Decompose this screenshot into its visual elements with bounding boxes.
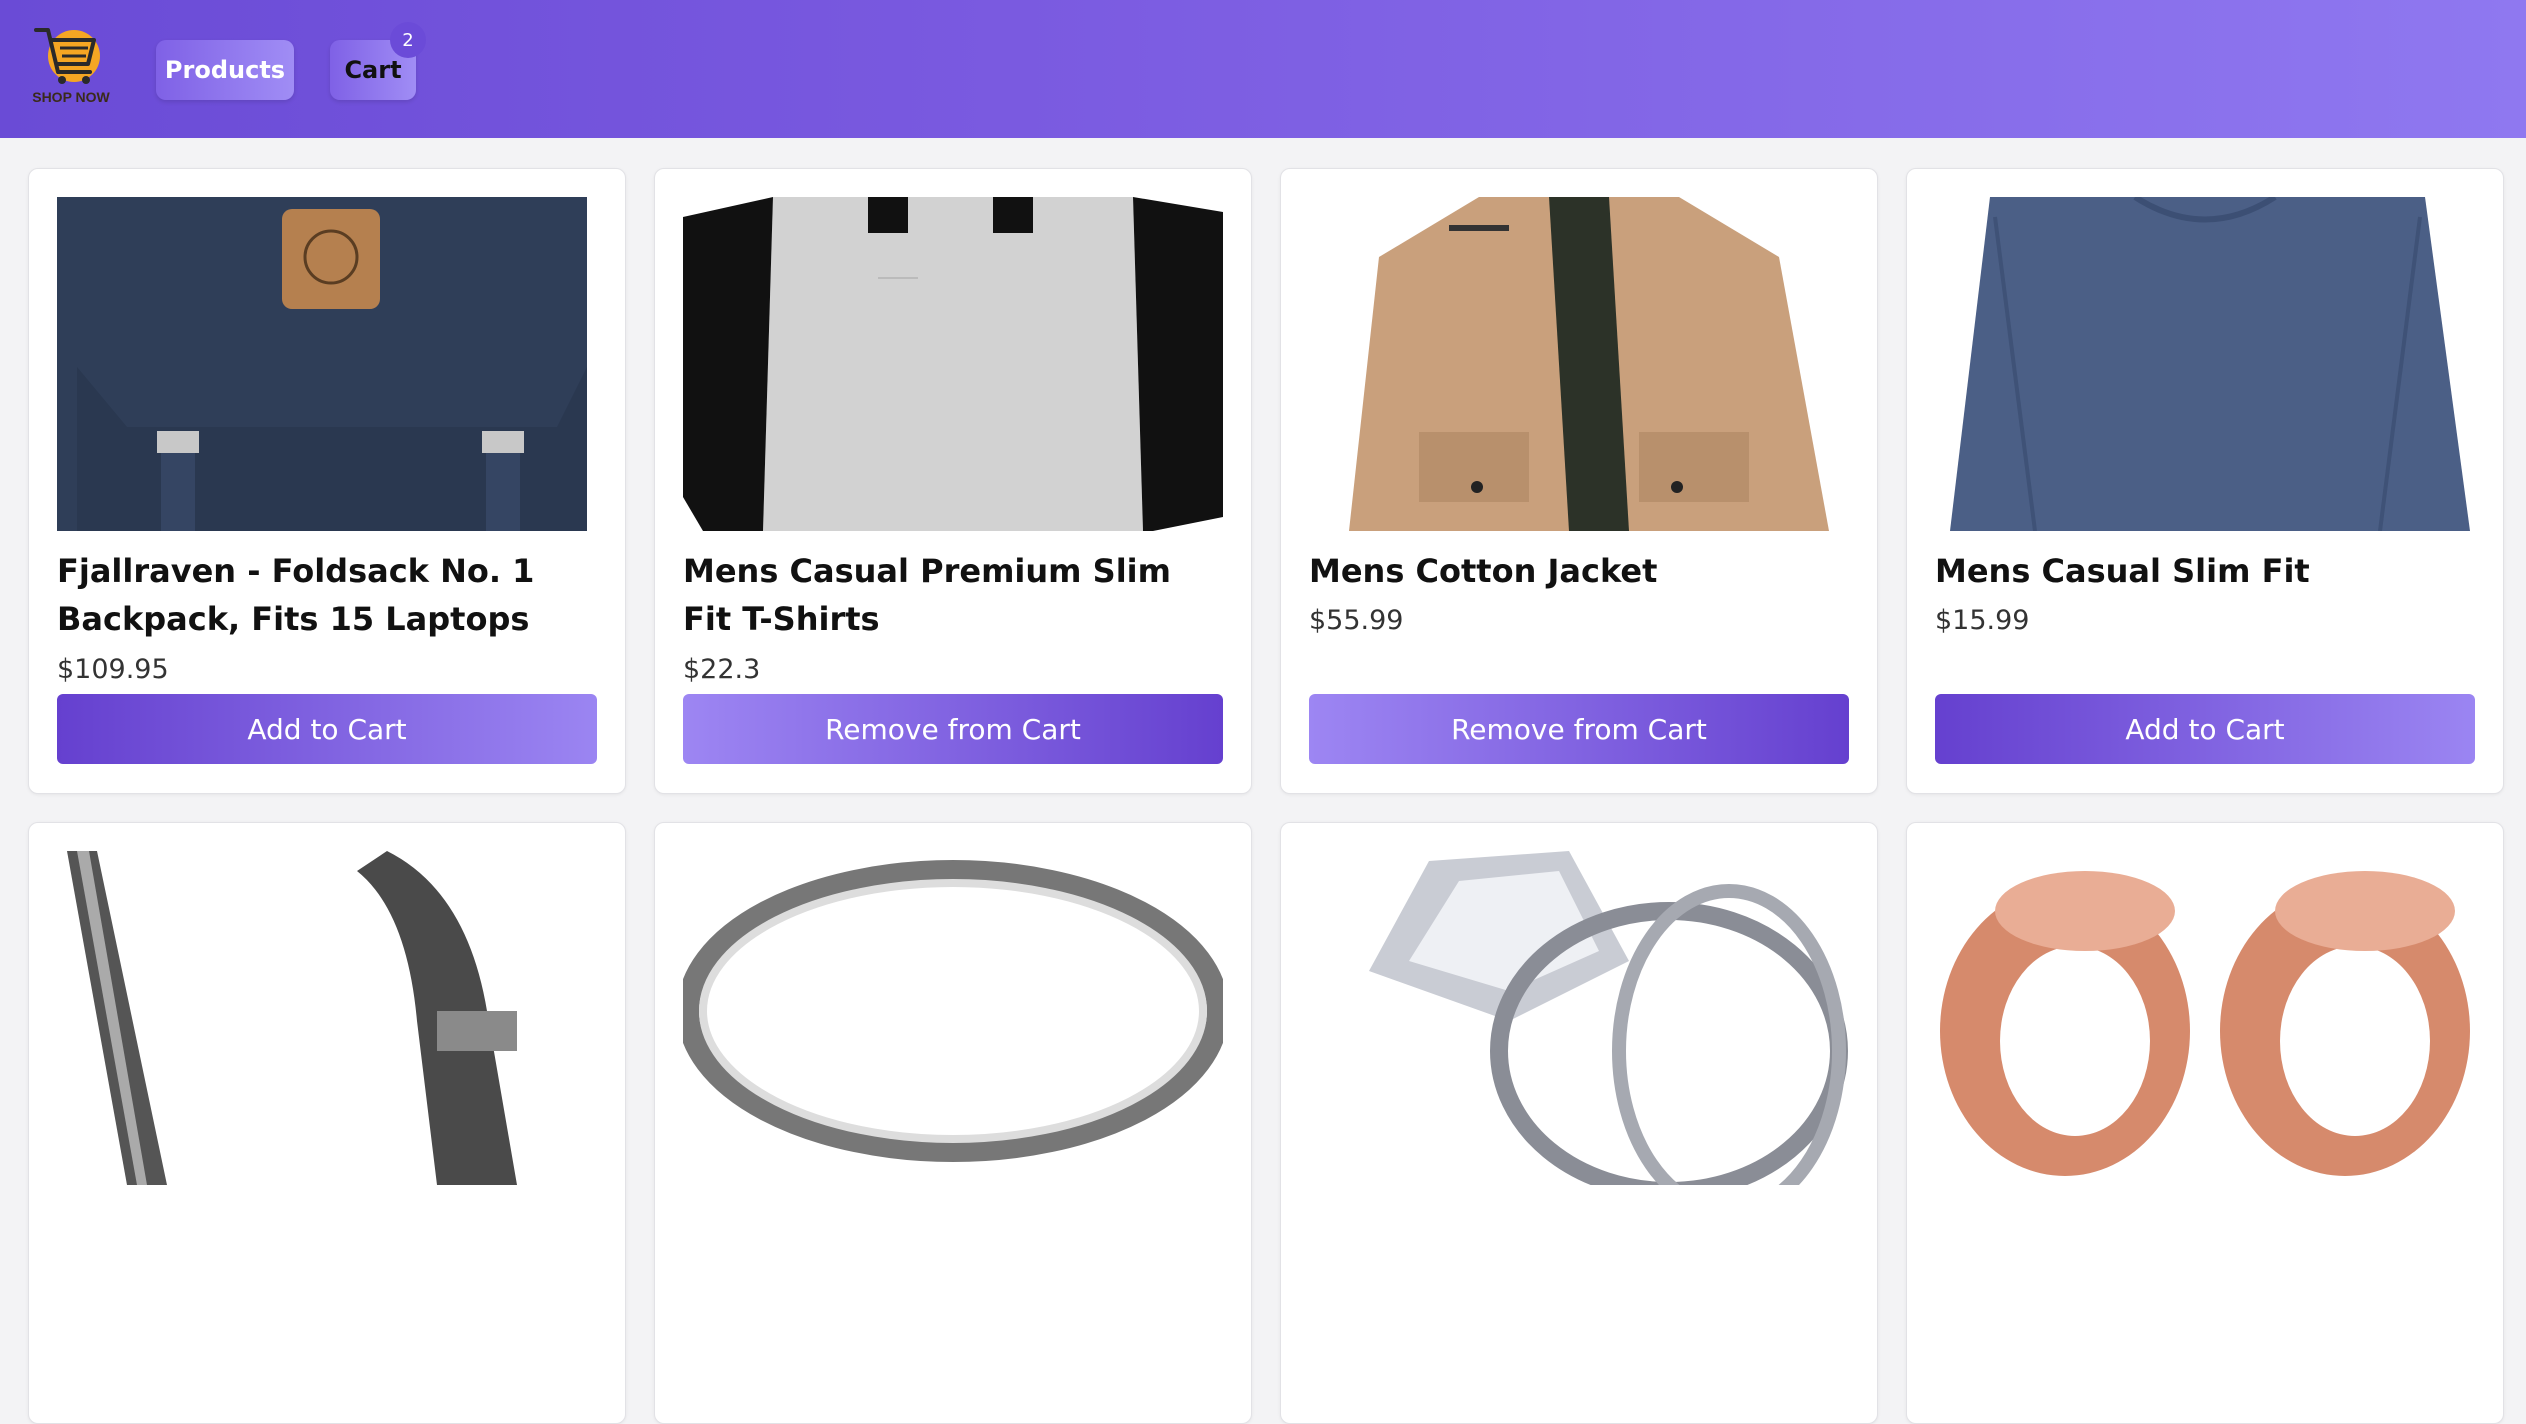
logo-text: SHOP NOW <box>32 89 110 105</box>
product-price: $55.99 <box>1309 605 1404 636</box>
product-image-bracelet[interactable] <box>57 851 597 1185</box>
ring-image <box>683 851 1223 1185</box>
remove-from-cart-button[interactable]: Remove from Cart <box>1309 694 1849 764</box>
product-image-diamond-ring[interactable] <box>1309 851 1849 1185</box>
product-title[interactable]: Mens Casual Premium Slim Fit T-Shirts <box>683 547 1223 643</box>
nav-products-button[interactable]: Products <box>156 40 294 100</box>
product-card: Mens Casual Slim Fit $15.99 Add to Cart <box>1906 168 2504 794</box>
product-image-longsleeve[interactable] <box>1935 197 2475 531</box>
product-card <box>654 822 1252 1424</box>
product-card <box>28 822 626 1424</box>
long-sleeve-shirt-image <box>1935 197 2475 531</box>
product-title[interactable]: Mens Cotton Jacket <box>1309 547 1849 595</box>
product-title[interactable]: Mens Casual Slim Fit <box>1935 547 2475 595</box>
product-image-ear-plugs[interactable] <box>1935 851 2475 1185</box>
nav-cart-label: Cart <box>344 56 402 84</box>
product-image-jacket[interactable] <box>1309 197 1849 531</box>
tshirt-image <box>683 197 1223 531</box>
remove-from-cart-button[interactable]: Remove from Cart <box>683 694 1223 764</box>
bracelet-image <box>57 851 597 1185</box>
product-card: Mens Casual Premium Slim Fit T-Shirts $2… <box>654 168 1252 794</box>
top-navbar: SHOP NOW Products Cart 2 <box>0 0 2526 138</box>
shopping-cart-logo-icon: SHOP NOW <box>32 28 111 105</box>
ear-plug-image <box>1935 851 2475 1185</box>
jacket-image <box>1309 197 1849 531</box>
product-price: $109.95 <box>57 654 169 685</box>
product-title[interactable]: Fjallraven - Foldsack No. 1 Backpack, Fi… <box>57 547 597 643</box>
diamond-ring-image <box>1309 851 1849 1185</box>
nav-products-label: Products <box>164 56 286 84</box>
cart-count-badge: 2 <box>390 22 426 58</box>
add-to-cart-button[interactable]: Add to Cart <box>57 694 597 764</box>
backpack-image <box>57 197 597 531</box>
product-image-ring[interactable] <box>683 851 1223 1185</box>
nav-cart-button[interactable]: Cart 2 <box>330 22 426 100</box>
product-image-backpack[interactable] <box>57 197 597 531</box>
product-grid: Fjallraven - Foldsack No. 1 Backpack, Fi… <box>28 168 2504 1424</box>
product-card: Mens Cotton Jacket $55.99 Remove from Ca… <box>1280 168 1878 794</box>
product-card: Fjallraven - Foldsack No. 1 Backpack, Fi… <box>28 168 626 794</box>
product-image-tshirt[interactable] <box>683 197 1223 531</box>
product-price: $15.99 <box>1935 605 2030 636</box>
add-to-cart-button[interactable]: Add to Cart <box>1935 694 2475 764</box>
product-card <box>1280 822 1878 1424</box>
product-card <box>1906 822 2504 1424</box>
product-price: $22.3 <box>683 654 761 685</box>
shop-now-logo[interactable]: SHOP NOW <box>30 20 112 108</box>
